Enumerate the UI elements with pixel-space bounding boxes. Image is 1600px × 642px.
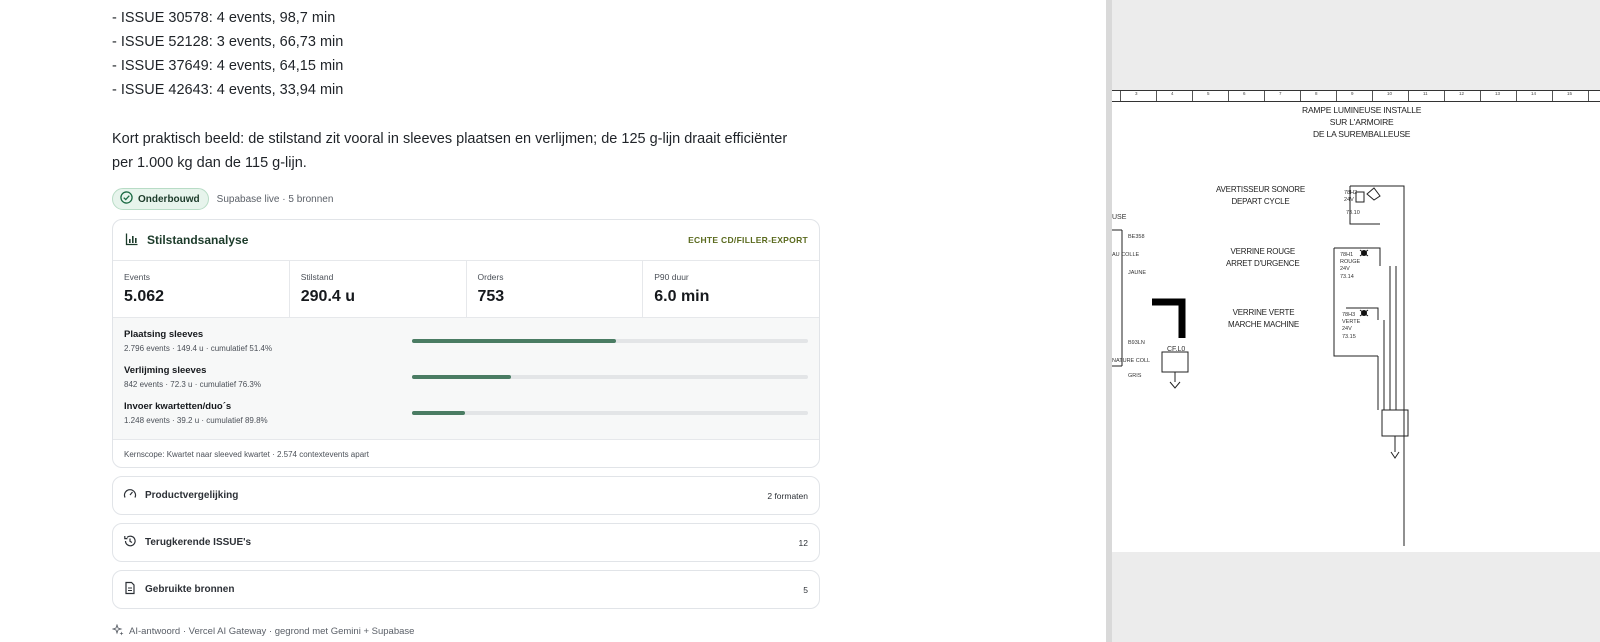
card-header: Stilstandsanalyse ECHTE CD/FILLER-EXPORT bbox=[113, 220, 819, 261]
section-used-sources[interactable]: Gebruikte bronnen 5 bbox=[112, 570, 820, 609]
progress-fill bbox=[412, 411, 466, 415]
issue-line: - ISSUE 42643: 4 events, 33,94 min bbox=[112, 82, 344, 98]
export-tag: ECHTE CD/FILLER-EXPORT bbox=[688, 235, 808, 245]
grounding-status: Onderbouwd Supabase live · 5 bronnen bbox=[112, 188, 333, 210]
bar-chart-icon bbox=[125, 232, 139, 249]
progress-track bbox=[412, 375, 808, 379]
chat-panel: - ISSUE 30578: 4 events, 98,7 min - ISSU… bbox=[0, 0, 1106, 642]
card-title: Stilstandsanalyse bbox=[125, 232, 248, 249]
section-product-comparison[interactable]: Productvergelijking 2 formaten bbox=[112, 476, 820, 515]
stat-events: Events 5.062 bbox=[113, 261, 290, 317]
progress-track bbox=[412, 339, 808, 343]
stat-p90: P90 duur 6.0 min bbox=[654, 272, 710, 305]
schematic-drawing: 34567891011121314151617 RAMPE LUMINEUSE … bbox=[1112, 90, 1600, 552]
document-preview-panel: 34567891011121314151617 RAMPE LUMINEUSE … bbox=[1112, 0, 1600, 642]
component-box-label: CF.L0 bbox=[1167, 346, 1186, 353]
stat-orders: Orders 753 bbox=[467, 261, 644, 317]
section-recurring-issues[interactable]: Terugkerende ISSUE's 12 bbox=[112, 523, 820, 562]
progress-fill bbox=[412, 375, 511, 379]
gauge-icon bbox=[123, 487, 137, 504]
summary-paragraph: Kort praktisch beeld: de stilstand zit v… bbox=[112, 131, 788, 171]
issue-line: - ISSUE 52128: 3 events, 66,73 min bbox=[112, 34, 344, 50]
document-icon bbox=[123, 581, 137, 598]
source-meta: Supabase live · 5 bronnen bbox=[216, 193, 334, 205]
history-icon bbox=[123, 534, 137, 551]
cause-bars: Plaatsing sleeves 2.796 events · 149.4 u… bbox=[113, 318, 819, 440]
cause-row: Verlijming sleeves 842 events · 72.3 u ·… bbox=[113, 365, 819, 401]
issue-line: - ISSUE 37649: 4 events, 64,15 min bbox=[112, 58, 344, 74]
downtime-analysis-card: Stilstandsanalyse ECHTE CD/FILLER-EXPORT… bbox=[112, 219, 820, 468]
cause-row: Invoer kwartetten/duo´s 1.248 events · 3… bbox=[113, 401, 819, 437]
status-badge-label: Onderbouwd bbox=[138, 193, 200, 205]
issue-line: - ISSUE 30578: 4 events, 98,7 min bbox=[112, 10, 336, 26]
schematic-lines bbox=[1112, 185, 1409, 546]
check-circle-icon bbox=[120, 191, 133, 207]
ai-footer: AI-antwoord · Vercel AI Gateway · gegron… bbox=[111, 623, 414, 639]
progress-fill bbox=[412, 339, 616, 343]
progress-track bbox=[412, 411, 808, 415]
sparkles-icon bbox=[111, 623, 124, 639]
cause-row: Plaatsing sleeves 2.796 events · 149.4 u… bbox=[113, 329, 819, 365]
stat-downtime: Stilstand 290.4 u bbox=[290, 261, 467, 317]
scope-footnote: Kernscope: Kwartet naar sleeved kwartet … bbox=[124, 449, 370, 459]
status-badge[interactable]: Onderbouwd bbox=[112, 188, 209, 210]
stats-row: Events 5.062 Stilstand 290.4 u Orders 75… bbox=[113, 261, 819, 318]
